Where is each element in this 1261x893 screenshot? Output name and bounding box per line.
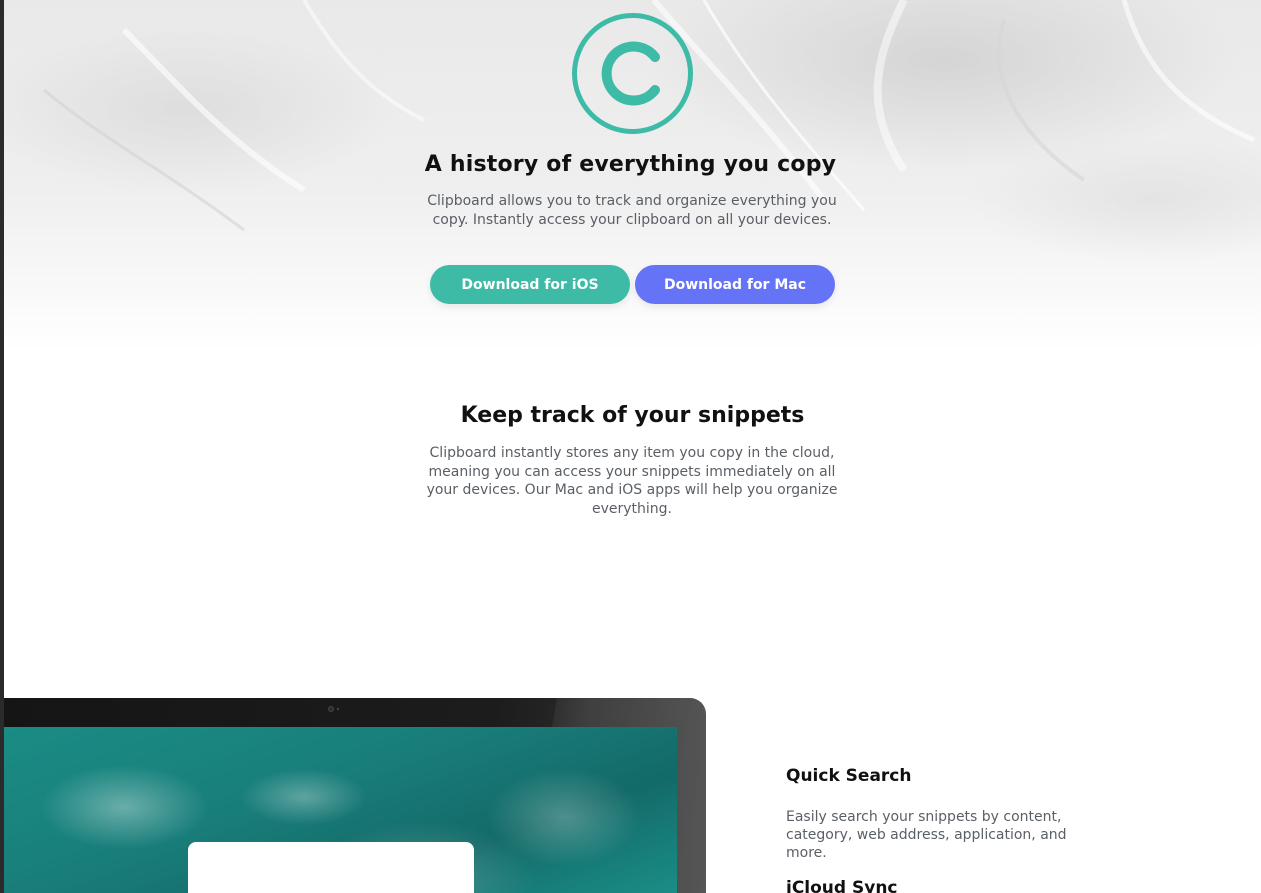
snippets-description: Clipboard instantly stores any item you … <box>426 445 838 517</box>
page: A history of everything you copy Clipboa… <box>0 0 1261 893</box>
camera-icon <box>328 706 334 712</box>
download-mac-button[interactable]: Download for Mac <box>635 265 835 304</box>
snippets-title: Keep track of your snippets <box>460 403 805 428</box>
device-screen <box>4 727 677 893</box>
computer-mockup <box>4 698 706 893</box>
screen-app-window <box>188 842 474 893</box>
hero-title: A history of everything you copy <box>424 152 837 177</box>
feature-title-icloud-sync: iCloud Sync <box>786 878 898 893</box>
feature-title-quick-search: Quick Search <box>786 766 912 786</box>
download-ios-button[interactable]: Download for iOS <box>430 265 630 304</box>
camera-sensor <box>337 708 339 710</box>
clipboard-c-logo-icon <box>572 13 693 134</box>
hero-subtitle: Clipboard allows you to track and organi… <box>427 193 837 228</box>
feature-text-quick-search: Easily search your snippets by content, … <box>786 809 1067 861</box>
